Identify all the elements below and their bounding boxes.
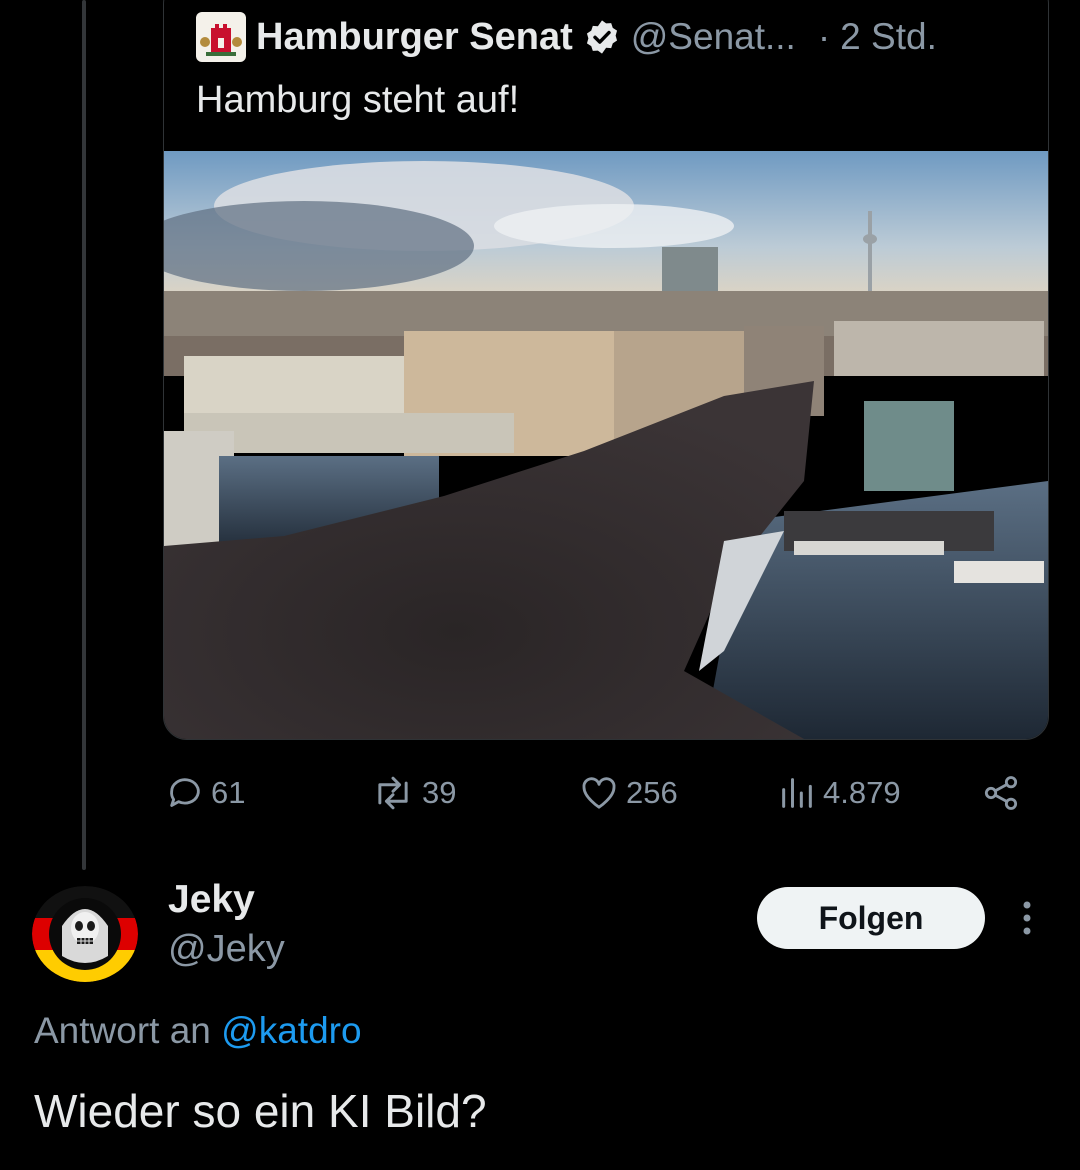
like-count: 256: [626, 775, 678, 810]
quoted-tweet-card[interactable]: Hamburger Senat @Senat... · 2 Std. Hambu…: [163, 0, 1049, 740]
reply-count: 61: [211, 775, 246, 810]
reply-author-name[interactable]: Jeky: [168, 878, 255, 922]
reply-context: Antwort an @katdro: [34, 1010, 362, 1052]
quoted-author-name[interactable]: Hamburger Senat: [256, 16, 573, 59]
time-separator: ·: [817, 16, 831, 57]
thread-connector-line: [82, 0, 86, 870]
views-count: 4.879: [823, 775, 901, 810]
tweet-actions-bar: 61 39 256 4.879: [163, 770, 1043, 816]
quoted-author-handle[interactable]: @Senat...: [631, 16, 796, 58]
reply-icon: [165, 773, 205, 813]
views-chart-icon: [777, 773, 817, 813]
reply-action[interactable]: 61: [165, 770, 245, 816]
quoted-tweet-header: Hamburger Senat @Senat... · 2 Std.: [196, 9, 937, 65]
repost-count: 39: [422, 775, 457, 810]
reply-author-handle[interactable]: @Jeky: [168, 928, 285, 971]
more-options-icon[interactable]: [1012, 898, 1042, 938]
quoted-tweet-image[interactable]: [164, 151, 1048, 739]
repost-action[interactable]: 39: [370, 770, 456, 816]
verified-badge-icon: [583, 18, 621, 56]
hamburg-coat-of-arms-icon[interactable]: [196, 12, 246, 62]
reply-tweet-text: Wieder so ein KI Bild?: [34, 1085, 487, 1137]
quoted-tweet-text: Hamburg steht auf!: [196, 79, 520, 121]
repost-icon: [370, 773, 416, 813]
reply-to-label: Antwort an: [34, 1010, 211, 1051]
follow-button[interactable]: Folgen: [757, 887, 985, 949]
views-action[interactable]: 4.879: [777, 770, 901, 816]
like-action[interactable]: 256: [578, 770, 678, 816]
reply-to-mention-link[interactable]: @katdro: [221, 1010, 361, 1051]
heart-icon: [578, 773, 620, 813]
share-icon[interactable]: [981, 770, 1021, 816]
reply-author-avatar[interactable]: [32, 886, 138, 982]
quoted-tweet-time[interactable]: 2 Std.: [840, 16, 937, 58]
